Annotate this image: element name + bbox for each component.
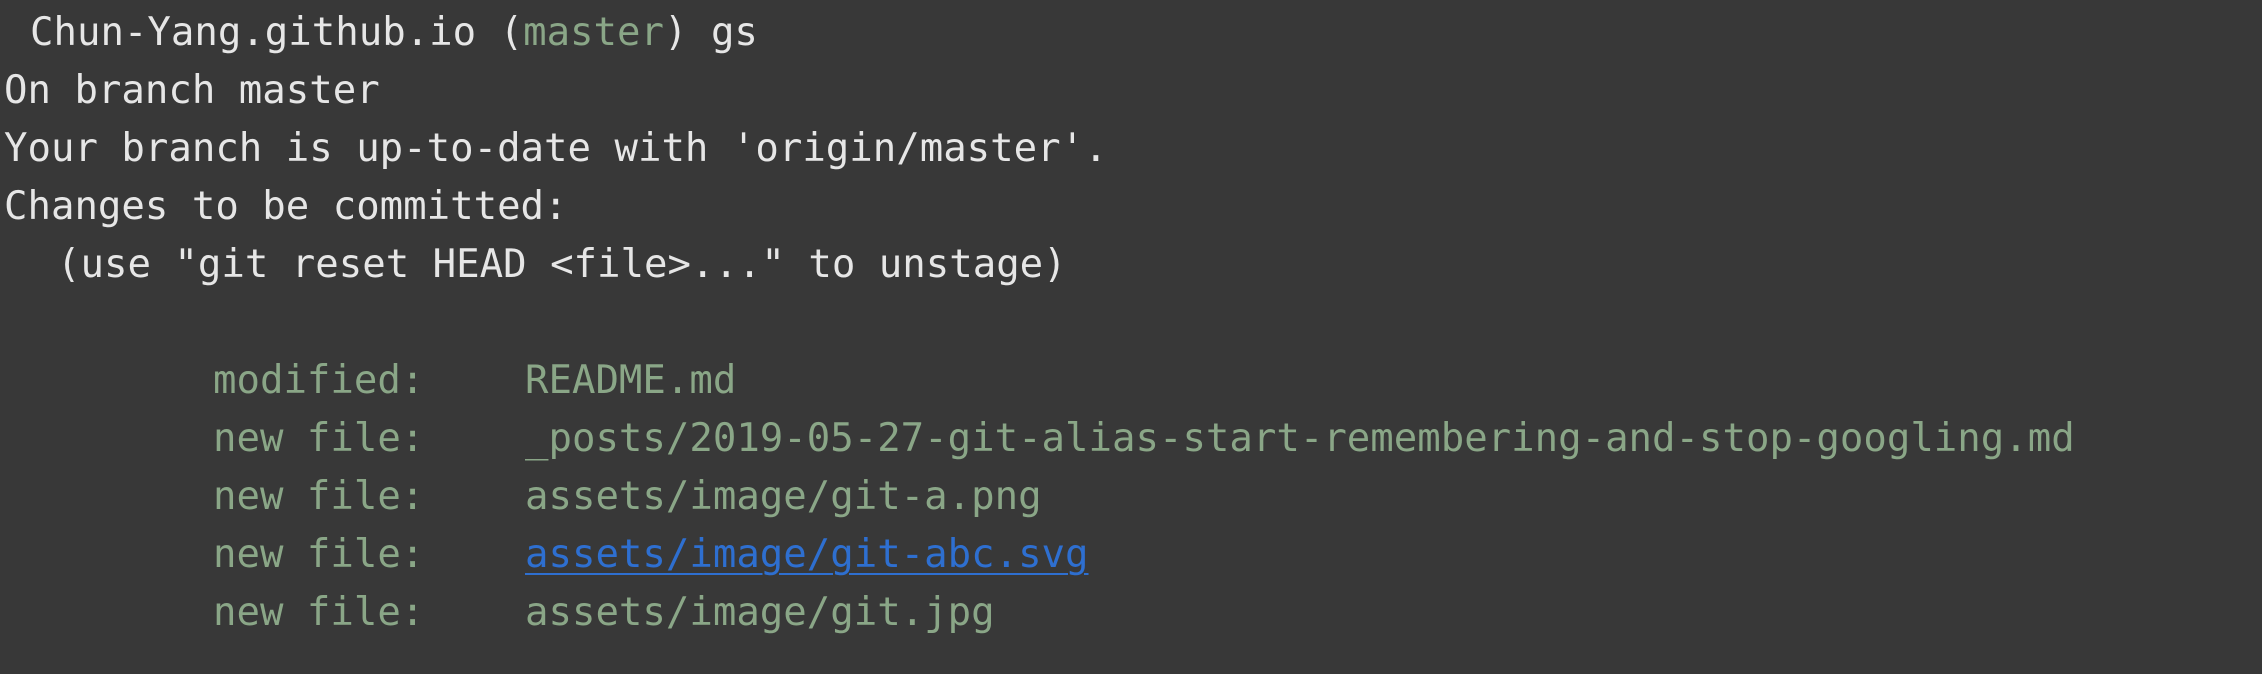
prompt-close-paren: ) [663,10,711,55]
staged-file-row: modified: README.md [0,352,2262,410]
file-status: new file: [213,474,425,519]
staged-file-row: new file: assets/image/git-a.png [0,468,2262,526]
staged-file-row: new file: assets/image/git.jpg [0,584,2262,642]
file-path-link[interactable]: assets/image/git-abc.svg [525,532,1089,577]
prompt-branch: master [523,10,664,55]
output-hint-line: (use "git reset HEAD <file>..." to unsta… [57,242,1067,287]
staged-file-row: new file: _posts/2019-05-27-git-alias-sta… [0,410,2262,468]
file-path: README.md [525,358,737,403]
prompt-open-paren: ( [476,10,524,55]
prompt-line: Chun-Yang.github.io (master) gs [0,4,2262,62]
file-status: modified: [213,358,425,403]
file-status: new file: [213,590,425,635]
file-path: _posts/2019-05-27-git-alias-start-rememb… [525,416,2075,461]
prompt-directory: Chun-Yang.github.io [30,10,477,55]
file-path: assets/image/git-a.png [525,474,1042,519]
file-path: assets/image/git.jpg [525,590,995,635]
output-changes-line: Changes to be committed: [4,184,568,229]
staged-file-row: new file: assets/image/git-abc.svg [0,526,2262,584]
file-status: new file: [213,416,425,461]
prompt-command: gs [710,10,758,55]
terminal-window[interactable]: Chun-Yang.github.io (master) gs On branc… [0,0,2262,674]
output-branch-line: On branch master [4,68,380,113]
file-status: new file: [213,532,425,577]
output-uptodate-line: Your branch is up-to-date with 'origin/m… [4,126,1108,171]
